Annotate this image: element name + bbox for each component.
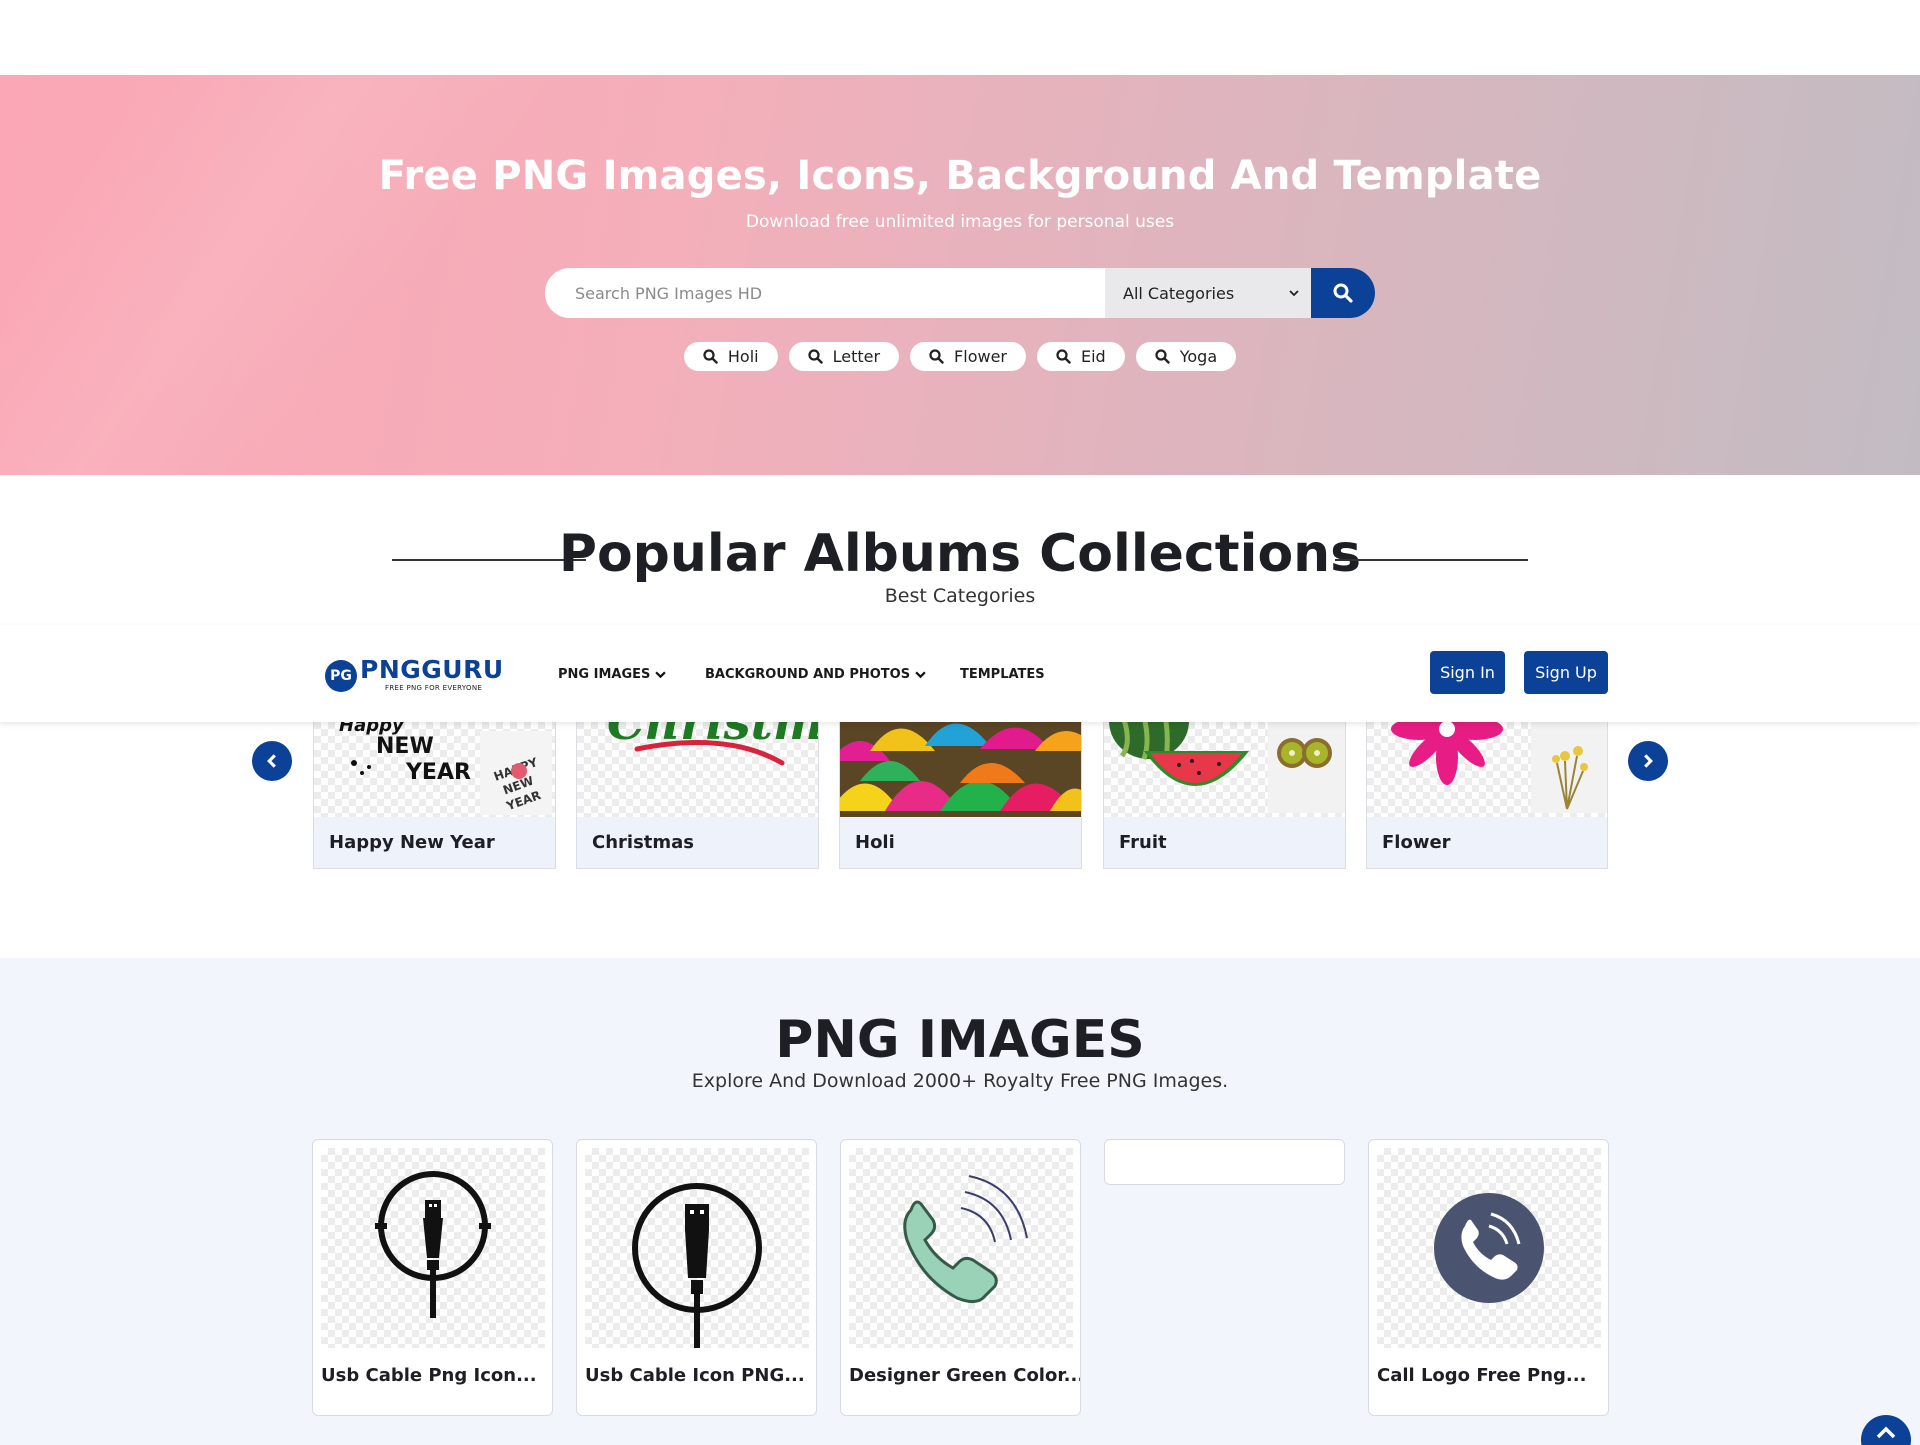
album-label: Flower <box>1367 817 1607 868</box>
sign-in-button[interactable]: Sign In <box>1430 651 1505 694</box>
popular-tags: Holi Letter Flower Eid Yoga <box>0 342 1920 371</box>
album-card-happy-new-year[interactable]: Happy NEW YEAR HAPPYNEWYEAR Happy New Ye… <box>313 700 556 869</box>
category-select-value: All Categories <box>1123 283 1235 303</box>
png-card-title: Call Logo Free Png... <box>1377 1365 1587 1386</box>
tag-label: Yoga <box>1179 347 1218 366</box>
album-card-christmas[interactable]: Christmas Christmas <box>576 700 819 869</box>
album-card-holi[interactable]: Holi <box>839 700 1082 869</box>
png-card-title: Usb Cable Icon PNG... <box>585 1365 805 1386</box>
hero-subtitle: Download free unlimited images for perso… <box>745 212 1175 232</box>
search-icon <box>703 349 718 364</box>
png-thumbnail <box>849 1148 1073 1348</box>
png-thumbnail <box>321 1148 545 1348</box>
png-card[interactable]: Call Logo Free Png... <box>1368 1139 1609 1416</box>
png-card[interactable]: Usb Cable Png Icon... <box>312 1139 553 1416</box>
nav-label: PNG IMAGES <box>558 667 651 682</box>
search-icon <box>1333 283 1353 303</box>
search-button[interactable] <box>1311 268 1375 318</box>
category-select[interactable]: All Categories <box>1105 268 1311 318</box>
png-thumbnail <box>1377 1148 1601 1348</box>
albums-subtitle: Best Categories <box>884 585 1036 607</box>
tag-label: Letter <box>832 347 881 366</box>
logo-text: PNGGURU <box>360 655 504 684</box>
png-card-placeholder <box>1104 1139 1345 1185</box>
png-card[interactable]: Usb Cable Icon PNG... <box>576 1139 817 1416</box>
png-card[interactable]: Designer Green Color... <box>840 1139 1081 1416</box>
nav-label: TEMPLATES <box>960 667 1045 682</box>
chevron-right-icon <box>1644 754 1653 768</box>
tag-letter[interactable]: Letter <box>788 342 900 371</box>
png-card-title: Usb Cable Png Icon... <box>321 1365 537 1386</box>
tag-flower[interactable]: Flower <box>910 342 1026 371</box>
album-label: Christmas <box>577 817 818 868</box>
tag-label: Flower <box>954 347 1007 366</box>
chevron-down-icon <box>655 671 667 679</box>
chevron-left-icon <box>267 754 276 768</box>
png-thumbnail <box>585 1148 809 1348</box>
png-section-subtitle: Explore And Download 2000+ Royalty Free … <box>691 1070 1229 1092</box>
search-input[interactable] <box>545 268 1105 318</box>
carousel-next-button[interactable] <box>1628 741 1668 781</box>
chevron-up-icon <box>1876 1426 1896 1439</box>
search-icon <box>929 349 944 364</box>
carousel-prev-button[interactable] <box>252 741 292 781</box>
album-card-fruit[interactable]: Fruit <box>1103 700 1346 869</box>
heading-rule-right <box>1335 559 1528 561</box>
tag-eid[interactable]: Eid <box>1037 342 1125 371</box>
nav-templates[interactable]: TEMPLATES <box>960 667 1045 682</box>
nav-background-photos[interactable]: BACKGROUND AND PHOTOS <box>705 667 926 682</box>
search-bar: All Categories <box>545 268 1375 318</box>
chevron-down-icon <box>915 671 926 679</box>
tag-label: Eid <box>1081 347 1106 366</box>
hero-banner: Free PNG Images, Icons, Background And T… <box>0 75 1920 475</box>
tag-yoga[interactable]: Yoga <box>1135 342 1237 371</box>
nav-label: BACKGROUND AND PHOTOS <box>705 667 911 682</box>
svg-text:NEW: NEW <box>376 734 434 759</box>
site-logo[interactable]: PG PNGGURU FREE PNG FOR EVERYONE <box>325 655 503 692</box>
main-navbar: PG PNGGURU FREE PNG FOR EVERYONE PNG IMA… <box>0 625 1920 722</box>
search-icon <box>1155 349 1170 364</box>
album-label: Happy New Year <box>314 817 555 868</box>
png-section-title: PNG IMAGES <box>775 1010 1145 1070</box>
png-card-title: Designer Green Color... <box>849 1365 1081 1386</box>
chevron-down-icon <box>1289 290 1299 297</box>
search-icon <box>1056 349 1071 364</box>
album-label: Holi <box>840 817 1081 868</box>
logo-tagline: FREE PNG FOR EVERYONE <box>385 684 483 692</box>
albums-title: Popular Albums Collections <box>558 524 1362 584</box>
nav-png-images[interactable]: PNG IMAGES <box>558 667 667 682</box>
png-images-section: PNG IMAGES Explore And Download 2000+ Ro… <box>0 958 1920 1445</box>
logo-mark: PG <box>325 660 357 692</box>
tag-holi[interactable]: Holi <box>683 342 778 371</box>
sign-up-button[interactable]: Sign Up <box>1524 651 1608 694</box>
hero-title: Free PNG Images, Icons, Background And T… <box>378 153 1542 199</box>
album-label: Fruit <box>1104 817 1345 868</box>
tag-label: Holi <box>727 347 759 366</box>
search-icon <box>807 349 823 364</box>
album-card-flower[interactable]: Flower <box>1366 700 1608 869</box>
svg-text:YEAR: YEAR <box>405 760 471 785</box>
